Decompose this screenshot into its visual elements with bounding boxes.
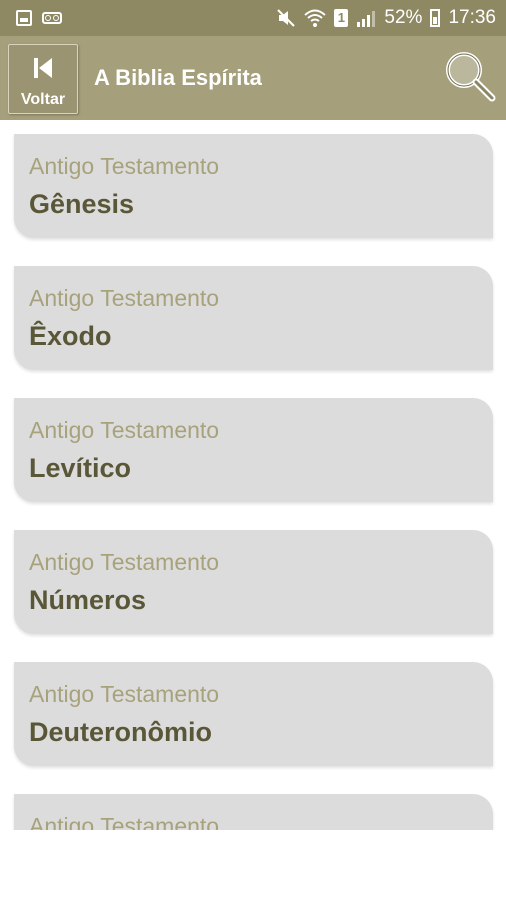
book-testament: Antigo Testamento: [29, 549, 220, 575]
book-item-exodo[interactable]: Antigo Testamento Êxodo: [14, 266, 493, 370]
status-right: 1 52% 17:36: [276, 7, 496, 29]
book-name: Números: [29, 585, 147, 615]
battery-percentage: 52%: [384, 7, 423, 28]
clock-time: 17:36: [448, 7, 496, 28]
sim-icon: 1: [334, 9, 349, 27]
book-item-deuteronomio[interactable]: Antigo Testamento Deuteronômio: [14, 662, 493, 766]
book-name: Deuteronômio: [29, 717, 213, 747]
book-list: Antigo Testamento Gênesis Antigo Testame…: [0, 120, 506, 830]
app-title: A Biblia Espírita: [94, 65, 262, 90]
book-name: Êxodo: [29, 321, 112, 351]
book-testament: Antigo Testamento: [29, 417, 220, 443]
status-bar: 1 52% 17:36: [0, 0, 506, 36]
book-testament: Antigo Testamento: [29, 153, 220, 179]
book-name: Gênesis: [29, 189, 135, 219]
skip-back-icon: [34, 58, 52, 78]
book-item-levitico[interactable]: Antigo Testamento Levítico: [14, 398, 493, 502]
book-item-partial[interactable]: Antigo Testamento: [14, 794, 493, 830]
book-item-numeros[interactable]: Antigo Testamento Números: [14, 530, 493, 634]
status-left: [16, 10, 62, 26]
book-testament: Antigo Testamento: [29, 285, 220, 311]
signal-icon: [357, 11, 376, 27]
app-bar: Voltar A Biblia Espírita: [0, 36, 506, 120]
back-button[interactable]: Voltar: [8, 44, 78, 114]
wifi-icon: [304, 9, 327, 27]
magnifier-icon[interactable]: [442, 48, 498, 104]
book-testament: Antigo Testamento: [29, 813, 220, 830]
book-item-genesis[interactable]: Antigo Testamento Gênesis: [14, 134, 493, 238]
battery-icon: [430, 9, 441, 27]
image-icon: [16, 10, 32, 26]
book-name: Levítico: [29, 453, 132, 483]
back-label: Voltar: [20, 91, 66, 108]
book-list-viewport[interactable]: Antigo Testamento Gênesis Antigo Testame…: [0, 120, 506, 830]
book-testament: Antigo Testamento: [29, 681, 220, 707]
mute-icon: [277, 9, 296, 27]
voicemail-icon: [42, 12, 62, 24]
